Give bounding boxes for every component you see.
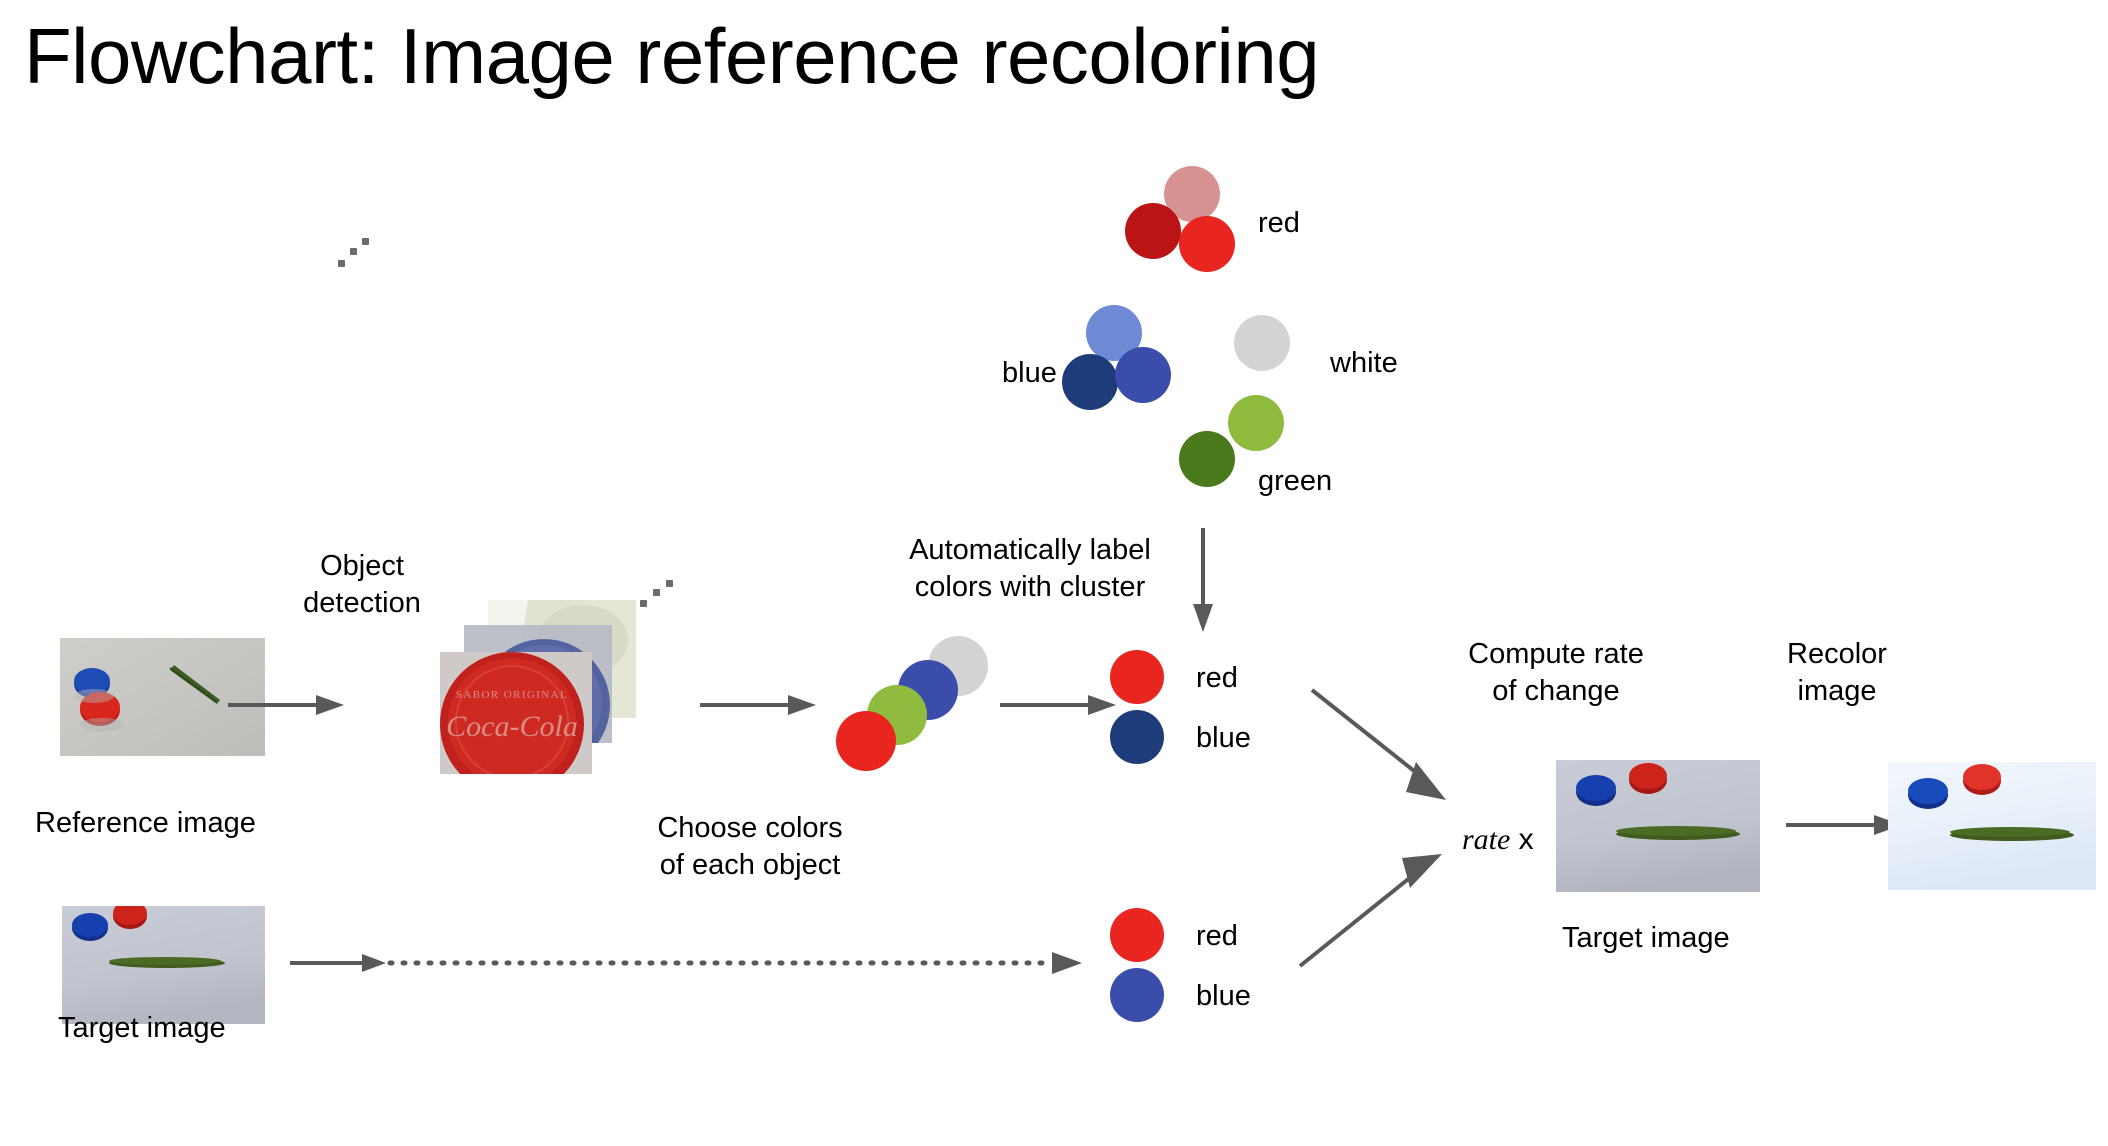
detected-crop-red-cocacola: SABOR ORIGINAL Coca-Cola [440,652,592,774]
rate-label-italic: rate [1462,823,1511,856]
chain-circle-red [836,711,896,771]
svg-text:Coca-Cola: Coca-Cola [446,710,578,743]
cluster-label-green: green [1258,465,1333,497]
arrow-cluster-to-legend [1193,528,1213,632]
svg-text:SABOR ORIGINAL: SABOR ORIGINAL [456,689,568,701]
reference-legend-swatch-blue [1110,710,1164,764]
cluster-point-red-dark [1125,203,1181,259]
arrow-target-dotted [290,952,1082,974]
target-color-legend: red blue [1110,908,1330,1038]
reference-image-caption: Reference image [35,807,256,839]
target-legend-label-blue: blue [1196,980,1251,1012]
arrow-detection-to-chain [700,695,816,715]
target-image-caption-left: Target image [58,1012,226,1044]
step-label-recolor: Recolor image [1787,638,1887,708]
cluster-point-green-light [1228,395,1284,451]
cluster-label-white: white [1330,347,1398,379]
step-label-choose-colors: Choose colors of each object [657,812,843,882]
arrow-reference-to-detection [228,695,344,715]
cluster-point-blue-navy [1062,354,1118,410]
cluster-point-blue-medium [1115,347,1171,403]
target-image-photo-middle [1556,760,1760,892]
reference-legend-label-red: red [1196,662,1238,694]
reference-legend-label-blue: blue [1196,722,1251,754]
recolored-image-photo [1888,762,2096,890]
reference-legend-swatch-red [1110,650,1164,704]
arrow-chain-to-reference-legend [1000,695,1116,715]
target-image-caption-middle: Target image [1562,922,1730,954]
arrow-target-legend-to-rate [1298,854,1442,968]
detected-object-crops: SABOR ORIGINAL Coca-Cola [440,600,660,780]
target-legend-swatch-blue [1110,968,1164,1022]
target-legend-label-red: red [1196,920,1238,952]
cluster-point-green-dark [1179,431,1235,487]
cluster-label-blue: blue [1002,357,1057,389]
cluster-scatter-plot: red blue white green [0,0,2108,520]
cluster-point-white [1234,315,1290,371]
step-label-auto-label: Automatically label colors with cluster [909,534,1151,604]
cluster-point-red-bright [1179,216,1235,272]
step-label-object-detection: Object detection [303,550,421,620]
rate-label: rate x [1462,823,1534,857]
target-image-photo-left [62,906,265,1024]
ellipsis-top-left-icon [338,238,378,268]
arrow-reference-legend-to-rate [1310,688,1446,800]
rate-label-plain: x [1518,823,1534,856]
target-legend-swatch-red [1110,908,1164,962]
cluster-label-red: red [1258,207,1300,239]
reference-color-legend: red blue [1110,650,1330,780]
